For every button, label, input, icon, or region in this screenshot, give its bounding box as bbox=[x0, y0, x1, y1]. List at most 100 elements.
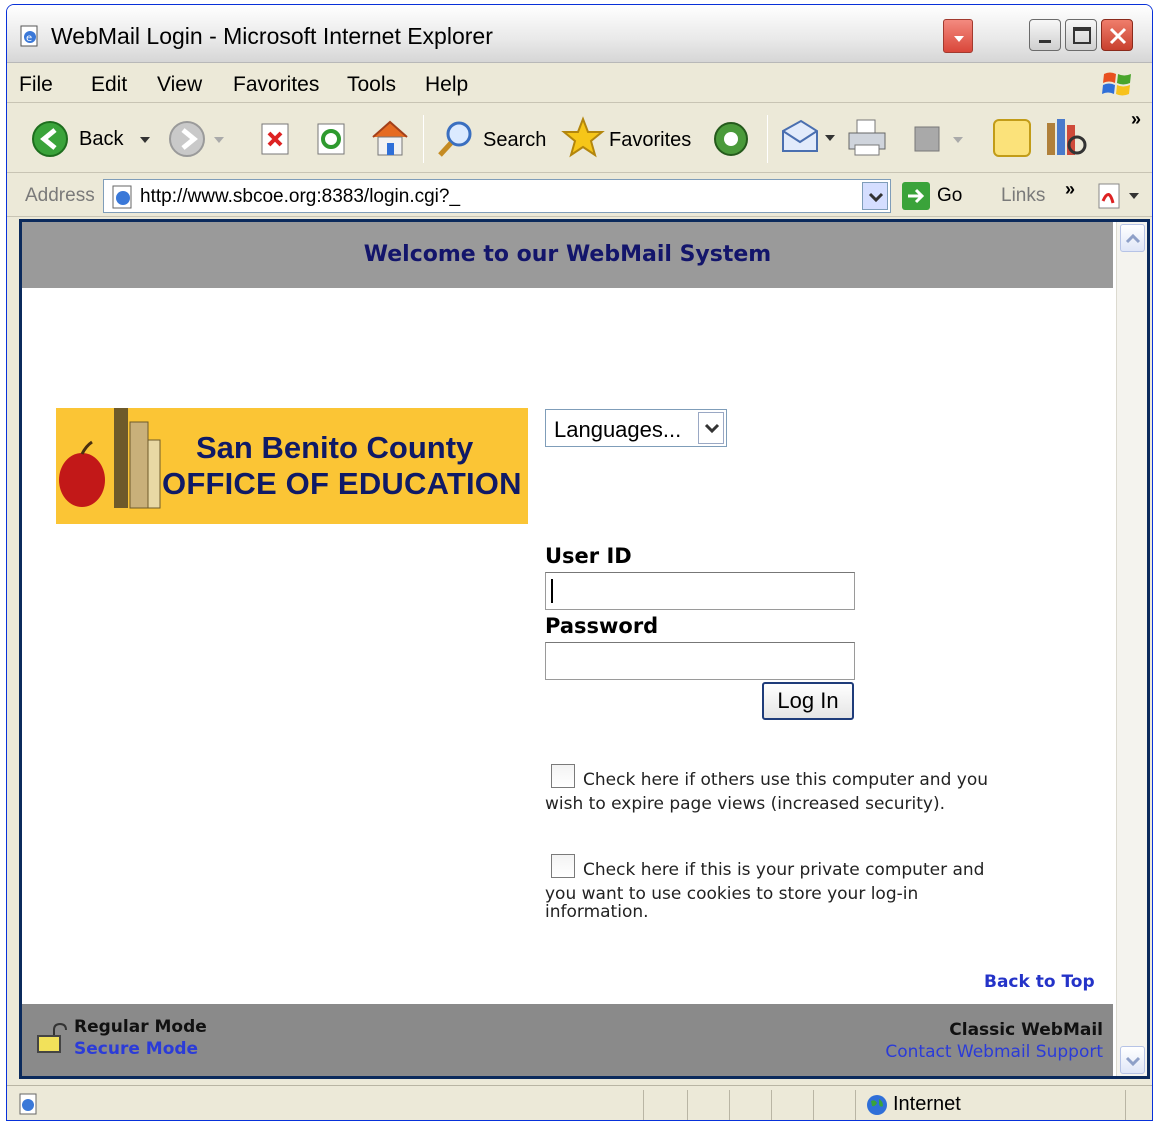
media-button[interactable] bbox=[711, 119, 751, 159]
print-icon bbox=[848, 119, 886, 156]
mail-button[interactable] bbox=[779, 117, 837, 159]
chevron-down-icon bbox=[1125, 1056, 1141, 1067]
languages-selected-value: Languages... bbox=[554, 417, 682, 442]
refresh-button[interactable] bbox=[313, 121, 349, 157]
secure-mode-link[interactable]: Secure Mode bbox=[74, 1039, 198, 1059]
menu-bar: File Edit View Favorites Tools Help bbox=[7, 65, 1152, 103]
acrobat-icon bbox=[1098, 183, 1139, 209]
status-cell bbox=[1125, 1090, 1126, 1120]
lock-icon bbox=[37, 1022, 67, 1053]
contact-support-link[interactable]: Contact Webmail Support bbox=[885, 1042, 1103, 1062]
maximize-button[interactable] bbox=[1065, 19, 1097, 51]
home-icon bbox=[372, 120, 408, 156]
page-title: Welcome to our WebMail System bbox=[363, 242, 772, 267]
windows-logo-icon bbox=[1102, 72, 1131, 96]
close-icon bbox=[1109, 27, 1127, 45]
mail-icon bbox=[782, 119, 835, 152]
status-cell bbox=[771, 1090, 772, 1120]
search-label: Search bbox=[483, 129, 547, 151]
links-overflow-chevron[interactable]: » bbox=[1065, 179, 1075, 200]
svg-text:e: e bbox=[26, 33, 32, 44]
store-cookies-line-1: Check here if this is your private compu… bbox=[583, 860, 985, 880]
forward-dropdown-icon bbox=[214, 137, 224, 143]
chevron-down-icon bbox=[704, 423, 720, 434]
status-cell bbox=[729, 1090, 730, 1120]
address-url: http://www.sbcoe.org:8383/login.cgi?_ bbox=[140, 186, 461, 207]
ie-page-icon: e bbox=[20, 25, 38, 47]
back-button[interactable]: Back bbox=[31, 119, 159, 159]
classic-webmail-label: Classic WebMail bbox=[949, 1020, 1103, 1040]
text-caret bbox=[551, 579, 553, 603]
go-arrow-icon bbox=[902, 182, 930, 210]
print-button[interactable] bbox=[845, 117, 891, 159]
toolbar-separator bbox=[767, 115, 768, 163]
menu-help[interactable]: Help bbox=[425, 73, 468, 97]
apple-books-icon bbox=[59, 408, 161, 509]
standard-toolbar: Back Search Favorites » bbox=[7, 105, 1152, 173]
back-to-top-link[interactable]: Back to Top bbox=[984, 972, 1095, 992]
status-cell bbox=[687, 1090, 688, 1120]
title-bar: e WebMail Login - Microsoft Internet Exp… bbox=[7, 5, 1152, 63]
edit-button[interactable] bbox=[911, 125, 965, 155]
stop-icon bbox=[261, 123, 289, 155]
user-id-label: User ID bbox=[545, 544, 632, 568]
menu-view[interactable]: View bbox=[157, 73, 202, 97]
browser-window: e WebMail Login - Microsoft Internet Exp… bbox=[6, 4, 1153, 1121]
close-button[interactable] bbox=[1101, 19, 1133, 51]
expire-views-text: Check here if others use this computer a… bbox=[545, 768, 1085, 816]
status-cell bbox=[855, 1090, 856, 1120]
edit-icon bbox=[914, 126, 963, 152]
window-menu-tab[interactable] bbox=[943, 19, 973, 53]
menu-favorites[interactable]: Favorites bbox=[233, 73, 319, 97]
favorites-button[interactable]: Favorites bbox=[561, 115, 695, 161]
logo-line-2: OFFICE OF EDUCATION bbox=[162, 466, 522, 501]
maximize-icon bbox=[1073, 27, 1091, 44]
menu-file[interactable]: File bbox=[19, 73, 53, 97]
login-button[interactable]: Log In bbox=[762, 682, 854, 720]
links-label[interactable]: Links bbox=[1001, 185, 1045, 207]
languages-dropdown-button[interactable] bbox=[698, 412, 724, 444]
window-title: WebMail Login - Microsoft Internet Explo… bbox=[51, 23, 493, 49]
stop-button[interactable] bbox=[257, 121, 293, 157]
minimize-button[interactable] bbox=[1029, 19, 1061, 51]
dropdown-arrow-icon bbox=[954, 36, 964, 42]
expire-views-line-1: Check here if others use this computer a… bbox=[583, 770, 989, 790]
address-label: Address bbox=[25, 185, 95, 206]
home-button[interactable] bbox=[369, 117, 411, 159]
chevron-up-icon bbox=[1125, 233, 1141, 244]
menu-tools[interactable]: Tools bbox=[347, 73, 396, 97]
refresh-icon bbox=[317, 123, 345, 155]
toolbar-overflow-chevron[interactable]: » bbox=[1131, 109, 1141, 130]
page-footer: Regular Mode Secure Mode Classic WebMail… bbox=[22, 1004, 1113, 1076]
messenger-button[interactable] bbox=[991, 117, 1033, 159]
store-cookies-text: Check here if this is your private compu… bbox=[545, 858, 1085, 924]
address-input[interactable]: http://www.sbcoe.org:8383/login.cgi?_ bbox=[103, 179, 891, 213]
go-label: Go bbox=[937, 185, 963, 206]
menu-edit[interactable]: Edit bbox=[91, 73, 127, 97]
password-input[interactable] bbox=[545, 642, 855, 680]
address-dropdown-button[interactable] bbox=[862, 182, 888, 210]
page-header: Welcome to our WebMail System bbox=[22, 222, 1113, 288]
expire-views-line-2: wish to expire page views (increased sec… bbox=[545, 794, 946, 814]
forward-button[interactable] bbox=[167, 119, 231, 159]
logo-line-1: San Benito County bbox=[196, 430, 474, 465]
search-button[interactable]: Search bbox=[435, 117, 549, 161]
regular-mode-label: Regular Mode bbox=[74, 1017, 207, 1037]
languages-select[interactable]: Languages... bbox=[545, 409, 727, 447]
research-button[interactable] bbox=[1043, 115, 1089, 161]
address-bar: Address http://www.sbcoe.org:8383/login.… bbox=[7, 175, 1152, 217]
status-bar: Internet bbox=[7, 1085, 1152, 1120]
acrobat-button[interactable] bbox=[1095, 181, 1147, 211]
research-icon bbox=[1047, 119, 1087, 155]
page-viewport: Welcome to our WebMail System San Benito… bbox=[19, 219, 1150, 1079]
scroll-down-button[interactable] bbox=[1120, 1046, 1145, 1074]
user-id-input[interactable] bbox=[545, 572, 855, 610]
scroll-up-button[interactable] bbox=[1120, 224, 1145, 252]
ie-page-icon bbox=[19, 1093, 37, 1115]
security-zone-label: Internet bbox=[893, 1093, 961, 1115]
ie-page-icon bbox=[112, 185, 132, 209]
back-dropdown-icon bbox=[140, 137, 150, 143]
vertical-scrollbar[interactable] bbox=[1116, 222, 1147, 1076]
sbcoe-logo: San Benito County OFFICE OF EDUCATION bbox=[56, 408, 528, 524]
chevron-down-icon bbox=[868, 192, 884, 203]
